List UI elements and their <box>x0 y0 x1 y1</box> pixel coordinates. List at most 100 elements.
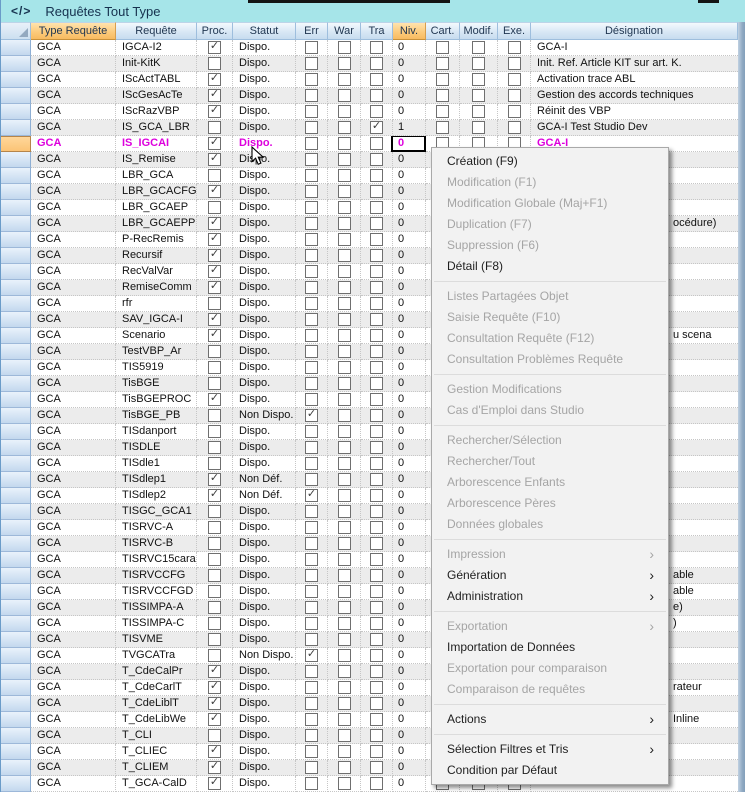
checkbox-tra-cell[interactable] <box>361 776 393 792</box>
table-row-iscgesacte[interactable]: GCAIScGesAcTe✓Dispo.0Gestion des accords… <box>1 88 738 104</box>
checkbox-err-unchecked[interactable] <box>305 681 318 694</box>
checkbox-err-unchecked[interactable] <box>305 89 318 102</box>
cell-type-requete[interactable]: GCA <box>31 376 116 392</box>
checkbox-war-unchecked[interactable] <box>338 233 351 246</box>
cell-requete[interactable]: TISdanport <box>116 424 197 440</box>
checkbox-err-cell[interactable] <box>296 744 328 760</box>
row-selector[interactable] <box>1 488 31 504</box>
cell-statut[interactable]: Dispo. <box>233 248 296 264</box>
cell-requete[interactable]: TisBGEPROC <box>116 392 197 408</box>
checkbox-err-cell[interactable] <box>296 664 328 680</box>
checkbox-proc-checked[interactable]: ✓ <box>208 233 221 246</box>
checkbox-err-cell[interactable] <box>296 424 328 440</box>
row-selector[interactable] <box>1 392 31 408</box>
checkbox-tra-unchecked[interactable] <box>370 345 383 358</box>
cell-requete[interactable]: LBR_GCA <box>116 168 197 184</box>
checkbox-tra-unchecked[interactable] <box>370 553 383 566</box>
checkbox-proc-cell[interactable]: ✓ <box>197 232 233 248</box>
checkbox-tra-cell[interactable] <box>361 88 393 104</box>
menu-item-actions[interactable]: Actions› <box>432 709 668 730</box>
checkbox-war-unchecked[interactable] <box>338 361 351 374</box>
row-selector[interactable] <box>1 264 31 280</box>
row-selector[interactable] <box>1 664 31 680</box>
checkbox-err-unchecked[interactable] <box>305 201 318 214</box>
cell-requete[interactable]: T_CdeCalPr <box>116 664 197 680</box>
checkbox-tra-unchecked[interactable] <box>370 377 383 390</box>
checkbox-war-cell[interactable] <box>328 200 361 216</box>
cell-type-requete[interactable]: GCA <box>31 504 116 520</box>
checkbox-war-unchecked[interactable] <box>338 297 351 310</box>
checkbox-war-cell[interactable] <box>328 40 361 56</box>
checkbox-tra-cell[interactable] <box>361 168 393 184</box>
checkbox-err-unchecked[interactable] <box>305 585 318 598</box>
checkbox-proc-cell[interactable]: ✓ <box>197 312 233 328</box>
checkbox-tra-cell[interactable] <box>361 680 393 696</box>
checkbox-war-cell[interactable] <box>328 248 361 264</box>
cell-requete[interactable]: IScActTABL <box>116 72 197 88</box>
checkbox-proc-cell[interactable] <box>197 344 233 360</box>
checkbox-proc-unchecked[interactable] <box>208 537 221 550</box>
table-row-igca-i2[interactable]: GCAIGCA-I2✓Dispo.0GCA-I <box>1 40 738 56</box>
checkbox-exe-unchecked[interactable] <box>508 105 521 118</box>
row-selector[interactable] <box>1 296 31 312</box>
checkbox-err-unchecked[interactable] <box>305 313 318 326</box>
checkbox-proc-checked[interactable]: ✓ <box>208 697 221 710</box>
checkbox-proc-cell[interactable] <box>197 120 233 136</box>
checkbox-war-cell[interactable] <box>328 184 361 200</box>
checkbox-tra-unchecked[interactable] <box>370 297 383 310</box>
row-selector[interactable] <box>1 168 31 184</box>
checkbox-war-unchecked[interactable] <box>338 89 351 102</box>
checkbox-err-cell[interactable] <box>296 440 328 456</box>
checkbox-tra-unchecked[interactable] <box>370 105 383 118</box>
checkbox-err-cell[interactable] <box>296 600 328 616</box>
checkbox-war-unchecked[interactable] <box>338 345 351 358</box>
cell-niveau[interactable]: 1 <box>393 120 426 136</box>
checkbox-proc-cell[interactable] <box>197 504 233 520</box>
checkbox-tra-cell[interactable] <box>361 696 393 712</box>
checkbox-war-cell[interactable] <box>328 440 361 456</box>
checkbox-tra-unchecked[interactable] <box>370 73 383 86</box>
checkbox-tra-unchecked[interactable] <box>370 57 383 70</box>
checkbox-proc-cell[interactable] <box>197 376 233 392</box>
checkbox-tra-cell[interactable] <box>361 408 393 424</box>
checkbox-tra-cell[interactable] <box>361 472 393 488</box>
checkbox-err-cell[interactable] <box>296 152 328 168</box>
checkbox-proc-cell[interactable]: ✓ <box>197 184 233 200</box>
row-selector[interactable] <box>1 120 31 136</box>
row-selector[interactable] <box>1 472 31 488</box>
checkbox-err-cell[interactable] <box>296 552 328 568</box>
checkbox-tra-cell[interactable] <box>361 56 393 72</box>
cell-type-requete[interactable]: GCA <box>31 632 116 648</box>
checkbox-proc-cell[interactable] <box>197 360 233 376</box>
checkbox-proc-cell[interactable]: ✓ <box>197 776 233 792</box>
checkbox-tra-cell[interactable] <box>361 392 393 408</box>
checkbox-tra-unchecked[interactable] <box>370 569 383 582</box>
cell-requete[interactable]: TISRVC-B <box>116 536 197 552</box>
cell-type-requete[interactable]: GCA <box>31 648 116 664</box>
cell-type-requete[interactable]: GCA <box>31 776 116 792</box>
checkbox-cart-cell[interactable] <box>426 72 460 88</box>
row-selector[interactable] <box>1 232 31 248</box>
checkbox-proc-cell[interactable] <box>197 408 233 424</box>
cell-niveau-focused[interactable]: 0 <box>393 136 426 152</box>
cell-niveau[interactable]: 0 <box>393 568 426 584</box>
checkbox-tra-unchecked[interactable] <box>370 313 383 326</box>
checkbox-tra-cell[interactable] <box>361 184 393 200</box>
cell-type-requete[interactable]: GCA <box>31 264 116 280</box>
checkbox-proc-cell[interactable]: ✓ <box>197 40 233 56</box>
cell-statut[interactable]: Dispo. <box>233 56 296 72</box>
checkbox-err-unchecked[interactable] <box>305 713 318 726</box>
cell-requete[interactable]: TISdle1 <box>116 456 197 472</box>
checkbox-war-cell[interactable] <box>328 56 361 72</box>
checkbox-tra-unchecked[interactable] <box>370 521 383 534</box>
checkbox-err-cell[interactable] <box>296 584 328 600</box>
checkbox-err-unchecked[interactable] <box>305 233 318 246</box>
checkbox-proc-checked[interactable]: ✓ <box>208 217 221 230</box>
checkbox-err-cell[interactable] <box>296 312 328 328</box>
checkbox-proc-checked[interactable]: ✓ <box>208 665 221 678</box>
checkbox-err-cell[interactable] <box>296 536 328 552</box>
table-row-iscrazvbp[interactable]: GCAIScRazVBP✓Dispo.0Réinit des VBP <box>1 104 738 120</box>
cell-requete[interactable]: IScRazVBP <box>116 104 197 120</box>
checkbox-err-unchecked[interactable] <box>305 377 318 390</box>
cell-niveau[interactable]: 0 <box>393 56 426 72</box>
